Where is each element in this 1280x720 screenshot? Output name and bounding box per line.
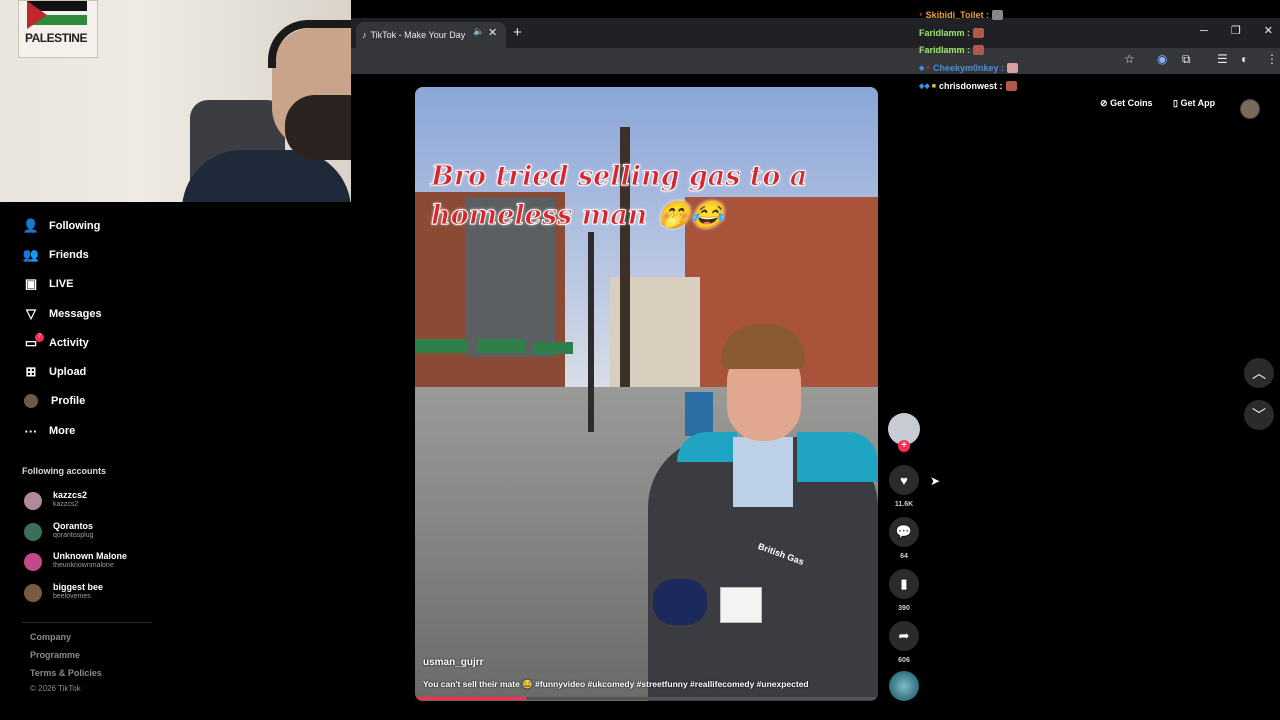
share-button[interactable]: ➦ — [889, 621, 919, 651]
account-avatar — [24, 523, 42, 541]
video-man-id-badge — [720, 587, 762, 623]
next-video-button[interactable]: ﹀ — [1244, 400, 1274, 430]
video-awning — [533, 342, 573, 354]
user-avatar[interactable] — [1240, 99, 1260, 119]
copyright: © 2026 TikTok — [30, 684, 81, 693]
chat-message: ◆◆ ■ chrisdonwest : — [919, 81, 1017, 91]
video-man-shoulder — [797, 432, 878, 482]
video-author[interactable]: usman_gujrr — [423, 657, 484, 668]
save-button[interactable]: ▮ — [889, 569, 919, 599]
video-man-shirt — [733, 437, 793, 507]
tab-search-icon[interactable]: ☰ — [1217, 52, 1228, 66]
sidebar-item-more[interactable]: ··· More — [22, 421, 76, 441]
sidebar-item-following[interactable]: 👤 Following — [22, 216, 100, 236]
window-controls: ─ ❐ ✕ — [1200, 24, 1273, 37]
footer-link-programme[interactable]: Programme — [30, 650, 80, 660]
live-icon: ▣ — [24, 276, 38, 291]
get-app-button[interactable]: ▯ Get App — [1173, 98, 1215, 118]
chat-emote-icon — [973, 28, 985, 38]
headphones — [268, 20, 351, 68]
friends-icon: 👥 — [22, 247, 40, 262]
comment-icon: 💬 — [895, 524, 913, 539]
profile-avatar-icon — [24, 394, 38, 408]
like-button[interactable]: ♥ — [889, 465, 919, 495]
sidebar-divider — [22, 622, 152, 623]
music-disc-icon[interactable] — [889, 671, 919, 701]
activity-badge: 7 — [35, 333, 44, 342]
more-dots-icon: ··· — [24, 423, 38, 439]
new-tab-button[interactable]: + — [513, 24, 522, 41]
bookmark-icon: ▮ — [900, 576, 908, 591]
account-avatar — [24, 584, 42, 602]
video-bin — [685, 392, 713, 436]
chat-message: ◆ ● Cheekym0nkey : — [919, 63, 1019, 73]
previous-video-button[interactable]: ︿ — [1244, 358, 1274, 388]
share-icon: ➦ — [898, 628, 910, 643]
palestine-poster: PALESTINE — [18, 0, 98, 58]
restore-icon[interactable]: ❐ — [1231, 25, 1241, 37]
tab-title: TikTok - Make Your Day — [370, 30, 466, 40]
chat-emote-icon — [1005, 81, 1017, 91]
profile-icon[interactable]: ◐ — [1241, 52, 1248, 66]
video-description: You can't sell their mate 😂 #funnyvideo … — [423, 679, 809, 689]
video-progress-bar[interactable] — [415, 697, 878, 700]
video-awning — [415, 339, 467, 353]
video-player[interactable]: British Gas Bro tried selling gas to a h… — [415, 87, 878, 701]
sidebar-item-upload[interactable]: ⊞ Upload — [22, 362, 87, 382]
coin-icon: ⊘ — [1100, 98, 1108, 108]
footer-link-terms[interactable]: Terms & Policies — [30, 668, 102, 678]
bookmark-star-icon[interactable]: ☆ — [1124, 52, 1135, 66]
comment-count: 64 — [900, 553, 908, 560]
browser-toolbar — [351, 48, 1280, 74]
chat-message: ● Skibidi_Toilet : — [919, 10, 1003, 20]
upload-icon: ⊞ — [25, 364, 37, 379]
extensions-icon[interactable]: ⧉ — [1182, 52, 1191, 67]
chat-message: Faridlamm : — [919, 45, 985, 55]
sidebar-item-activity[interactable]: ▭ Activity — [22, 333, 89, 353]
account-avatar — [24, 492, 42, 510]
streamer-beard — [285, 95, 351, 160]
video-caption-overlay: Bro tried selling gas to a homeless man … — [431, 161, 808, 232]
webcam-overlay: PALESTINE — [0, 0, 351, 202]
like-count: 11.6K — [894, 501, 914, 508]
close-window-icon[interactable]: ✕ — [1264, 25, 1273, 37]
browser-menu-icon[interactable]: ⋮ — [1266, 52, 1278, 66]
save-count: 390 — [898, 605, 910, 612]
follow-plus-icon[interactable]: + — [898, 440, 910, 452]
media-icon[interactable]: ◉ — [1157, 52, 1167, 66]
sidebar-item-messages[interactable]: ▽ Messages — [22, 304, 102, 324]
video-man-glove — [653, 579, 707, 625]
sidebar-item-profile[interactable]: Profile — [22, 391, 85, 411]
heart-icon: ♥ — [900, 472, 908, 488]
following-icon: 👤 — [22, 218, 40, 233]
chevron-up-icon: ︿ — [1252, 365, 1266, 381]
video-lamp-pole — [588, 232, 594, 432]
tab-close-icon[interactable]: ✕ — [488, 26, 497, 39]
minimize-icon[interactable]: ─ — [1200, 25, 1208, 37]
account-avatar — [24, 553, 42, 571]
messages-icon: ▽ — [26, 306, 36, 321]
following-accounts-title: Following accounts — [22, 466, 107, 476]
comment-button[interactable]: 💬 — [889, 517, 919, 547]
footer-link-company[interactable]: Company — [30, 632, 71, 642]
share-count: 606 — [898, 657, 910, 664]
get-coins-button[interactable]: ⊘ Get Coins — [1100, 98, 1153, 118]
chat-message: Faridlamm : — [919, 28, 985, 38]
poster-text: PALESTINE — [25, 31, 87, 45]
tiktok-favicon-icon: ♪ — [362, 30, 367, 40]
chat-emote-icon — [1007, 63, 1019, 73]
chevron-down-icon: ﹀ — [1252, 407, 1266, 423]
chat-emote-icon — [973, 45, 985, 55]
chat-emote-icon — [991, 10, 1003, 20]
sidebar-item-friends[interactable]: 👥 Friends — [22, 245, 89, 265]
video-progress-fill — [415, 697, 527, 700]
tab-audio-icon[interactable]: 🔈 — [473, 26, 484, 37]
sidebar-item-live[interactable]: ▣ LIVE — [22, 274, 74, 294]
video-awning — [477, 339, 525, 353]
phone-icon: ▯ — [1173, 98, 1178, 108]
mouse-cursor-icon: ➤ — [930, 474, 941, 488]
